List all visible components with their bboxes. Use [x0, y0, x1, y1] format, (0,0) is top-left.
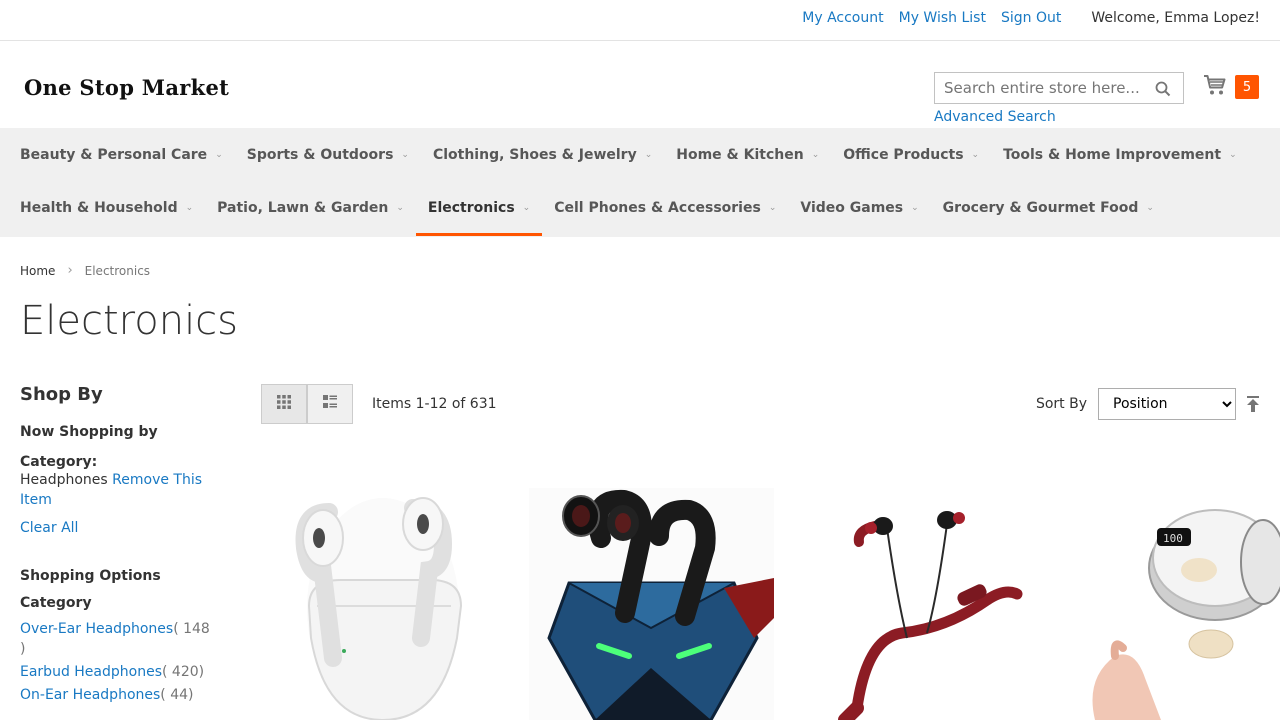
shopping-options-title: Shopping Options	[20, 568, 161, 584]
nav-item-video-games[interactable]: Video Games ⌄	[788, 181, 930, 234]
active-filter: Headphones Remove This Item	[20, 470, 210, 510]
product-item[interactable]	[529, 488, 774, 720]
chevron-down-icon: ⌄	[644, 149, 653, 160]
sidebar-filters: Shop By Now Shopping by Category: Headph…	[20, 384, 210, 708]
chevron-down-icon: ⌄	[971, 149, 980, 160]
category-option-link[interactable]: Earbud Headphones	[20, 664, 162, 680]
chevron-down-icon: ⌄	[185, 202, 194, 213]
svg-text:100: 100	[1163, 532, 1183, 545]
search-box	[934, 72, 1184, 104]
nav-item-grocery[interactable]: Grocery & Gourmet Food ⌄	[931, 181, 1166, 234]
nav-item-clothing[interactable]: Clothing, Shoes & Jewelry ⌄	[421, 128, 664, 181]
neckband-earphones-image[interactable]	[797, 488, 1042, 720]
sign-out-link[interactable]: Sign Out	[1001, 10, 1061, 26]
nav-item-label: Video Games	[800, 199, 904, 216]
product-item[interactable]	[261, 488, 506, 720]
nav-item-patio[interactable]: Patio, Lawn & Garden ⌄	[205, 181, 416, 234]
nav-item-electronics[interactable]: Electronics ⌄	[415, 181, 543, 236]
category-count: ( 44)	[160, 687, 194, 703]
list-item: Over-Ear Headphones( 148 )	[20, 619, 210, 659]
header-links: My Account My Wish List Sign Out Welcome…	[802, 10, 1260, 26]
list-icon	[323, 395, 337, 413]
advanced-search-link[interactable]: Advanced Search	[934, 109, 1056, 125]
nav-row: Beauty & Personal Care ⌄ Sports & Outdoor…	[8, 128, 1272, 181]
chevron-down-icon: ⌄	[911, 202, 919, 213]
my-wish-list-link[interactable]: My Wish List	[899, 10, 986, 26]
chevron-down-icon: ⌄	[1146, 202, 1154, 213]
sort-by-label: Sort By	[1035, 396, 1087, 412]
cart-icon[interactable]	[1203, 74, 1227, 100]
nav-item-label: Office Products	[843, 146, 964, 163]
store-logo[interactable]: One Stop Market	[24, 75, 229, 100]
chevron-down-icon: ⌄	[396, 202, 404, 213]
category-filter-title: Category	[20, 595, 92, 611]
category-count: ( 420)	[162, 664, 205, 680]
search-icon[interactable]	[1155, 81, 1171, 101]
nav-item-label: Cell Phones & Accessories	[554, 199, 761, 216]
nav-item-tools[interactable]: Tools & Home Improvement ⌄	[991, 128, 1249, 181]
header-content: One Stop Market Advanced Search 5	[0, 41, 1280, 128]
chevron-down-icon: ⌄	[401, 149, 409, 160]
search-input[interactable]	[944, 79, 1144, 97]
chevron-down-icon: ⌄	[811, 149, 820, 160]
products-toolbar: Items 1-12 of 631 Sort By Position	[261, 384, 1260, 424]
chevron-right-icon: ›	[67, 263, 73, 278]
main-navigation: Beauty & Personal Care ⌄ Sports & Outdoor…	[0, 128, 1280, 237]
white-earbuds-image[interactable]	[261, 488, 506, 720]
minicart[interactable]: 5	[1203, 74, 1259, 100]
nav-item-beauty[interactable]: Beauty & Personal Care ⌄	[8, 128, 235, 181]
category-filter-list: Over-Ear Headphones( 148 ) Earbud Headph…	[20, 619, 210, 705]
cart-count-badge: 5	[1235, 75, 1259, 99]
nav-item-label: Electronics	[427, 199, 515, 216]
nav-item-label: Home & Kitchen	[676, 146, 804, 163]
nav-item-label: Patio, Lawn & Garden	[217, 199, 389, 216]
nav-item-health[interactable]: Health & Household ⌄	[8, 181, 205, 234]
active-filter-value: Headphones	[20, 472, 108, 488]
list-view-button[interactable]	[307, 384, 353, 424]
nav-item-label: Beauty & Personal Care	[20, 146, 208, 163]
breadcrumb-home-link[interactable]: Home	[20, 264, 55, 278]
product-item[interactable]: 100	[1065, 488, 1280, 720]
view-mode-switcher	[261, 384, 353, 424]
shop-by-title: Shop By	[20, 384, 103, 405]
nav-item-label: Sports & Outdoors	[246, 146, 394, 163]
header-panel: My Account My Wish List Sign Out Welcome…	[0, 0, 1280, 41]
category-option-link[interactable]: On-Ear Headphones	[20, 687, 160, 703]
list-item: On-Ear Headphones( 44)	[20, 685, 210, 705]
my-account-link[interactable]: My Account	[802, 10, 883, 26]
clear-all-link[interactable]: Clear All	[20, 520, 210, 536]
nav-item-label: Health & Household	[20, 199, 178, 216]
nav-item-cell-phones[interactable]: Cell Phones & Accessories ⌄	[542, 181, 788, 234]
breadcrumb: Home › Electronics	[20, 263, 150, 278]
product-item[interactable]	[797, 488, 1042, 720]
category-option-link[interactable]: Over-Ear Headphones	[20, 621, 173, 637]
nav-item-label: Tools & Home Improvement	[1003, 146, 1222, 163]
product-grid: 100	[261, 488, 1280, 720]
sort-direction-icon[interactable]	[1246, 396, 1260, 412]
nav-item-label: Clothing, Shoes & Jewelry	[432, 146, 637, 163]
now-shopping-title: Now Shopping by	[20, 424, 158, 440]
chevron-down-icon: ⌄	[1229, 149, 1237, 160]
toolbar-amount: Items 1-12 of 631	[372, 396, 497, 412]
nav-item-office[interactable]: Office Products ⌄	[831, 128, 991, 181]
breadcrumb-current: Electronics	[84, 263, 151, 278]
nav-item-label: Grocery & Gourmet Food	[942, 199, 1139, 216]
nav-row: Health & Household ⌄ Patio, Lawn & Garden…	[8, 181, 1272, 236]
chevron-down-icon: ⌄	[215, 149, 223, 160]
mini-earbud-image[interactable]: 100	[1065, 488, 1280, 720]
active-filter-label: Category:	[20, 454, 98, 470]
chevron-down-icon: ⌄	[522, 202, 531, 213]
list-item: Earbud Headphones( 420)	[20, 662, 210, 682]
chevron-down-icon: ⌄	[768, 202, 777, 213]
grid-icon	[277, 395, 291, 413]
nav-item-sports[interactable]: Sports & Outdoors ⌄	[235, 128, 421, 181]
sort-by-select[interactable]: Position	[1098, 388, 1236, 420]
nav-item-home-kitchen[interactable]: Home & Kitchen ⌄	[664, 128, 831, 181]
grid-view-button[interactable]	[261, 384, 307, 424]
gaming-earbuds-image[interactable]	[529, 488, 774, 720]
sorter: Sort By Position	[1036, 388, 1260, 420]
welcome-message: Welcome, Emma Lopez!	[1091, 10, 1260, 26]
page-title: Electronics	[20, 298, 239, 344]
